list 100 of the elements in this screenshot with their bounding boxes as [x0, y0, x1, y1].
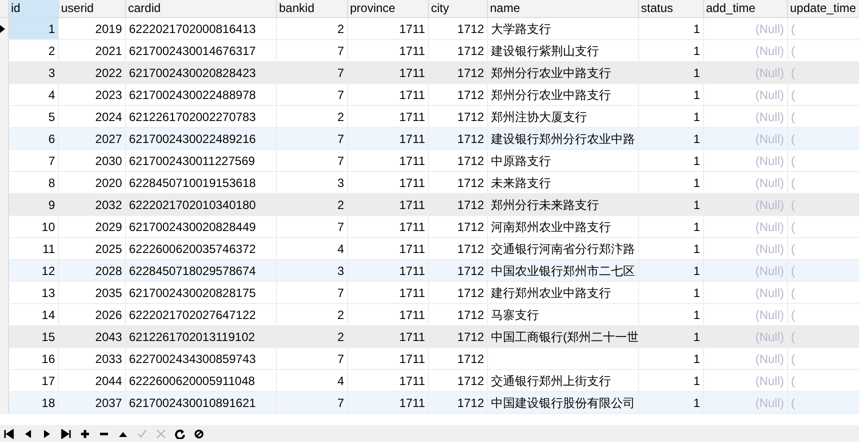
row-header[interactable] — [0, 18, 9, 39]
plus-button[interactable] — [80, 428, 90, 438]
table-cell-text: 1 — [693, 86, 700, 104]
table-cell-text: 1711 — [399, 130, 425, 148]
table-cell-text: 15 — [42, 328, 55, 346]
table-cell-text: 1 — [693, 20, 700, 38]
table-cell-text: 2 — [337, 108, 344, 126]
table-cell-text: 2 — [337, 328, 344, 346]
table-cell-text: 6217002430020828423 — [129, 64, 256, 82]
column-header[interactable]: userid — [59, 0, 126, 17]
table-row[interactable]: 2 2021 6217002430014676317 7 1711 1712 建设银行紫荆山支行 1 (Null) ( — [0, 40, 859, 62]
table-cell-text: 16 — [42, 350, 55, 368]
table-row[interactable]: 1 2019 6222021702000816413 2 1711 1712 大学路支行 1 (Null) ( — [0, 18, 859, 40]
table-row[interactable]: 16 2033 6227002434300859743 7 1711 1712 1 (Null) ( — [0, 348, 859, 370]
table-cell-text: 1 — [693, 350, 700, 368]
table-cell-text: 6222600620035746372 — [129, 240, 256, 258]
table-row[interactable]: 8 2020 6228450710019153618 3 1711 1712 未来路支行 1 (Null) ( — [0, 172, 859, 194]
table-row[interactable]: 5 2024 6212261702002270783 2 1711 1712 郑州注协大厦支行 1 (Null) ( — [0, 106, 859, 128]
table-cell-text: 7 — [337, 152, 344, 170]
table-cell-text: 7 — [337, 64, 344, 82]
table-cell-text: 1711 — [399, 262, 425, 280]
table-cell-text: 6217002430020828175 — [129, 284, 256, 302]
null-value: ( — [791, 394, 795, 412]
null-value: ( — [791, 174, 795, 192]
table-cell-text: 大学路支行 — [491, 20, 551, 38]
table-cell-text: 1712 — [457, 218, 484, 236]
refresh-button[interactable] — [175, 428, 185, 438]
table-cell-text: 1 — [693, 240, 700, 258]
table-cell-text: 1712 — [457, 394, 484, 412]
table-cell-text: 1711 — [399, 20, 425, 38]
table-cell-text: 1711 — [399, 372, 425, 390]
table-cell-text: 马寨支行 — [491, 306, 539, 324]
stop-button[interactable] — [194, 428, 204, 438]
table-row[interactable]: 13 2035 6217002430020828175 7 1711 1712 建行郑州农业中路支行 1 (Null) ( — [0, 282, 859, 304]
table-cell-text: 1711 — [399, 86, 425, 104]
column-header[interactable]: cardid — [126, 0, 277, 17]
null-value: (Null) — [755, 240, 784, 258]
table-cell-text: 郑州注协大厦支行 — [491, 108, 587, 126]
table-cell-text: 4 — [337, 240, 344, 258]
null-value: ( — [791, 20, 795, 38]
table-cell-text: 1712 — [457, 20, 484, 38]
table-cell-text: 1 — [693, 306, 700, 324]
table-cell-text: 1711 — [399, 394, 425, 412]
table-cell-text: 18 — [42, 394, 55, 412]
table-row[interactable]: 10 2029 6217002430020828449 7 1711 1712 河南郑州农业中路支行 1 (Null) ( — [0, 216, 859, 238]
null-value: (Null) — [755, 350, 784, 368]
next-button[interactable] — [42, 428, 52, 438]
table-cell-text: 1712 — [457, 196, 484, 214]
previous-button[interactable] — [23, 428, 33, 438]
column-header[interactable]: update_time — [788, 0, 859, 17]
table-cell-text: 1 — [693, 394, 700, 412]
table-row[interactable]: 11 2025 6222600620035746372 4 1711 1712 交通银行河南省分行郑汴路 1 (Null) ( — [0, 238, 859, 260]
table-cell-text: 7 — [48, 152, 55, 170]
table-cell-text: 6222600620005911048 — [129, 372, 255, 390]
table-cell-text: 6217002430014676317 — [129, 42, 256, 60]
column-header[interactable]: status — [639, 0, 704, 17]
table-cell-text: 8 — [48, 174, 55, 192]
table-cell-text: 6227002434300859743 — [129, 350, 256, 368]
table-cell-text: 建设银行紫荆山支行 — [491, 42, 599, 60]
null-value: ( — [791, 130, 795, 148]
table-cell-text: 2 — [337, 20, 344, 38]
null-value: ( — [791, 218, 795, 236]
null-value: (Null) — [755, 372, 784, 390]
null-value: (Null) — [755, 306, 784, 324]
column-header[interactable]: city — [429, 0, 488, 17]
table-cell-text: 2021 — [95, 42, 122, 60]
column-header[interactable]: bankid — [277, 0, 348, 17]
table-cell-text: 1711 — [399, 218, 425, 236]
table-cell-text: 6228450710019153618 — [129, 174, 256, 192]
table-row[interactable]: 17 2044 6222600620005911048 4 1711 1712 交通银行郑州上街支行 1 (Null) ( — [0, 370, 859, 392]
table-cell-text: 1712 — [457, 306, 484, 324]
table-cell-text: 1 — [693, 262, 700, 280]
column-header[interactable]: add_time — [704, 0, 788, 17]
table-cell-text: 交通银行郑州上街支行 — [491, 372, 611, 390]
table-cell-text: 6228450718029578674 — [129, 262, 256, 280]
table-cell-text: 13 — [42, 284, 55, 302]
table-row[interactable]: 14 2026 6222021702027647122 2 1711 1712 马寨支行 1 (Null) ( — [0, 304, 859, 326]
table-cell-text: 7 — [337, 86, 344, 104]
column-header[interactable]: id — [9, 0, 59, 17]
table-cell-text: 6222021702010340180 — [129, 196, 256, 214]
first-button[interactable] — [4, 428, 14, 438]
table-row[interactable]: 7 2030 6217002430011227569 7 1711 1712 中原路支行 1 (Null) ( — [0, 150, 859, 172]
table-cell-text: 1 — [693, 152, 700, 170]
last-button[interactable] — [61, 428, 71, 438]
table-row[interactable]: 6 2027 6217002430022489216 7 1711 1712 建设银行郑州分行农业中路 1 (Null) ( — [0, 128, 859, 150]
table-row[interactable]: 18 2037 6217002430010891621 7 1711 1712 中国建设银行股份有限公司 1 (Null) ( — [0, 392, 859, 414]
table-cell-text: 中国农业银行郑州市二七区 — [491, 262, 635, 280]
null-value: (Null) — [755, 394, 784, 412]
column-header[interactable]: name — [488, 0, 639, 17]
table-cell-text: 1711 — [399, 64, 425, 82]
table-cell-text: 未来路支行 — [491, 174, 551, 192]
table-cell-text: 1 — [693, 284, 700, 302]
table-cell-text: 1711 — [399, 196, 425, 214]
table-cell-text: 1712 — [457, 284, 484, 302]
table-row[interactable]: 4 2023 6217002430022488978 7 1711 1712 郑州分行农业中路支行 1 (Null) ( — [0, 84, 859, 106]
null-value: ( — [791, 42, 795, 60]
column-header[interactable]: province — [348, 0, 429, 17]
table-cell-text: 2044 — [95, 372, 122, 390]
null-value: (Null) — [755, 174, 784, 192]
table-row[interactable]: 12 2028 6228450718029578674 3 1711 1712 中国农业银行郑州市二七区 1 (Null) ( — [0, 260, 859, 282]
